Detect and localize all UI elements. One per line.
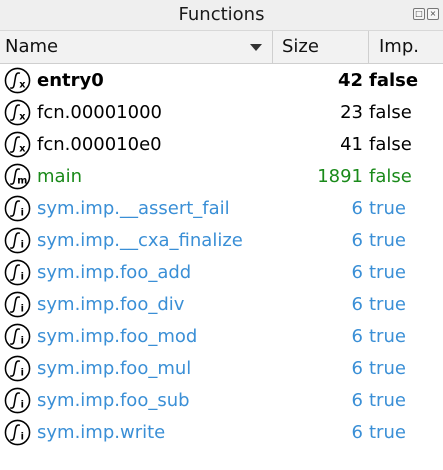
function-name-cell: i sym.imp.foo_div — [0, 291, 273, 318]
column-header-name-label: Name — [5, 36, 59, 57]
function-imp: true — [369, 197, 406, 219]
function-size: 6 — [351, 357, 363, 379]
function-name: sym.imp.write — [37, 421, 166, 443]
function-row[interactable]: x fcn.00001000 23 false — [0, 96, 443, 128]
column-header-size[interactable]: Size — [273, 31, 369, 63]
function-imp: false — [369, 69, 419, 91]
function-row[interactable]: i sym.imp.__cxa_finalize 6 true — [0, 224, 443, 256]
function-x-icon: x — [4, 67, 31, 94]
function-x-icon: x — [4, 99, 31, 126]
function-i-icon: i — [4, 355, 31, 382]
function-name: sym.imp.foo_sub — [37, 389, 190, 411]
function-name: entry0 — [37, 69, 104, 91]
function-name: sym.imp.foo_mod — [37, 325, 198, 347]
function-row[interactable]: i sym.imp.foo_mod 6 true — [0, 320, 443, 352]
column-header-name[interactable]: Name — [0, 31, 273, 63]
function-name-cell: i sym.imp.foo_add — [0, 259, 273, 286]
function-name: sym.imp.foo_mul — [37, 357, 192, 379]
function-i-icon: i — [4, 419, 31, 446]
svg-text:i: i — [21, 207, 24, 218]
function-name-cell: i sym.imp.__assert_fail — [0, 195, 273, 222]
function-x-icon: x — [4, 131, 31, 158]
function-i-icon: i — [4, 323, 31, 350]
function-i-icon: i — [4, 195, 31, 222]
function-name-cell: x fcn.00001000 — [0, 99, 273, 126]
function-imp: true — [369, 357, 406, 379]
function-row[interactable]: i sym.imp.foo_div 6 true — [0, 288, 443, 320]
function-size: 6 — [351, 261, 363, 283]
function-row[interactable]: i sym.imp.foo_add 6 true — [0, 256, 443, 288]
svg-text:x: x — [19, 79, 26, 90]
function-name: sym.imp.foo_add — [37, 261, 192, 283]
column-header-imp[interactable]: Imp. — [369, 31, 443, 63]
function-name-cell: i sym.imp.foo_mod — [0, 323, 273, 350]
svg-text:m: m — [17, 175, 27, 186]
function-name-cell: x fcn.000010e0 — [0, 131, 273, 158]
function-imp: false — [369, 101, 412, 123]
functions-list: x entry0 42 false x fcn.00001000 23 false x fcn.0… — [0, 64, 443, 448]
close-panel-button[interactable]: × — [427, 8, 439, 20]
function-row[interactable]: m main 1891 false — [0, 160, 443, 192]
function-size: 6 — [351, 197, 363, 219]
function-size: 6 — [351, 421, 363, 443]
function-name-cell: i sym.imp.foo_sub — [0, 387, 273, 414]
function-imp: false — [369, 165, 412, 187]
function-name: fcn.00001000 — [37, 101, 162, 123]
column-header-size-label: Size — [282, 36, 319, 57]
function-name-cell: i sym.imp.__cxa_finalize — [0, 227, 273, 254]
sort-descending-icon — [250, 44, 262, 51]
function-m-icon: m — [4, 163, 31, 190]
function-name-cell: i sym.imp.write — [0, 419, 273, 446]
float-panel-button[interactable]: □ — [413, 8, 425, 20]
svg-text:i: i — [21, 271, 24, 282]
function-name: main — [37, 165, 82, 187]
function-row[interactable]: i sym.imp.foo_mul 6 true — [0, 352, 443, 384]
function-i-icon: i — [4, 227, 31, 254]
function-size: 41 — [340, 133, 363, 155]
svg-text:i: i — [21, 431, 24, 442]
function-i-icon: i — [4, 259, 31, 286]
function-imp: true — [369, 229, 406, 251]
function-i-icon: i — [4, 291, 31, 318]
function-imp: true — [369, 261, 406, 283]
svg-text:x: x — [19, 111, 26, 122]
function-row[interactable]: x fcn.000010e0 41 false — [0, 128, 443, 160]
svg-text:i: i — [21, 239, 24, 250]
table-header: Name Size Imp. — [0, 30, 443, 64]
functions-panel: Functions □ × Name Size Imp. x entry0 42 fa… — [0, 0, 443, 470]
function-size: 23 — [340, 101, 363, 123]
function-name-cell: m main — [0, 163, 273, 190]
svg-text:i: i — [21, 335, 24, 346]
function-imp: false — [369, 133, 412, 155]
function-size: 6 — [351, 389, 363, 411]
svg-text:i: i — [21, 399, 24, 410]
function-imp: true — [369, 389, 406, 411]
function-size: 42 — [337, 69, 363, 91]
svg-text:x: x — [19, 143, 26, 154]
function-i-icon: i — [4, 387, 31, 414]
svg-text:i: i — [21, 367, 24, 378]
function-row[interactable]: i sym.imp.__assert_fail 6 true — [0, 192, 443, 224]
function-imp: true — [369, 293, 406, 315]
function-row[interactable]: x entry0 42 false — [0, 64, 443, 96]
function-name: sym.imp.__cxa_finalize — [37, 229, 243, 251]
function-name-cell: i sym.imp.foo_mul — [0, 355, 273, 382]
panel-titlebar: Functions □ × — [0, 0, 443, 30]
svg-text:i: i — [21, 303, 24, 314]
function-name-cell: x entry0 — [0, 67, 273, 94]
function-name: sym.imp.foo_div — [37, 293, 185, 315]
function-imp: true — [369, 325, 406, 347]
function-size: 1891 — [317, 165, 363, 187]
function-size: 6 — [351, 293, 363, 315]
function-name: fcn.000010e0 — [37, 133, 162, 155]
function-size: 6 — [351, 325, 363, 347]
panel-title: Functions — [178, 4, 265, 25]
column-header-imp-label: Imp. — [379, 36, 419, 57]
function-imp: true — [369, 421, 406, 443]
function-name: sym.imp.__assert_fail — [37, 197, 230, 219]
function-size: 6 — [351, 229, 363, 251]
function-row[interactable]: i sym.imp.foo_sub 6 true — [0, 384, 443, 416]
function-row[interactable]: i sym.imp.write 6 true — [0, 416, 443, 448]
